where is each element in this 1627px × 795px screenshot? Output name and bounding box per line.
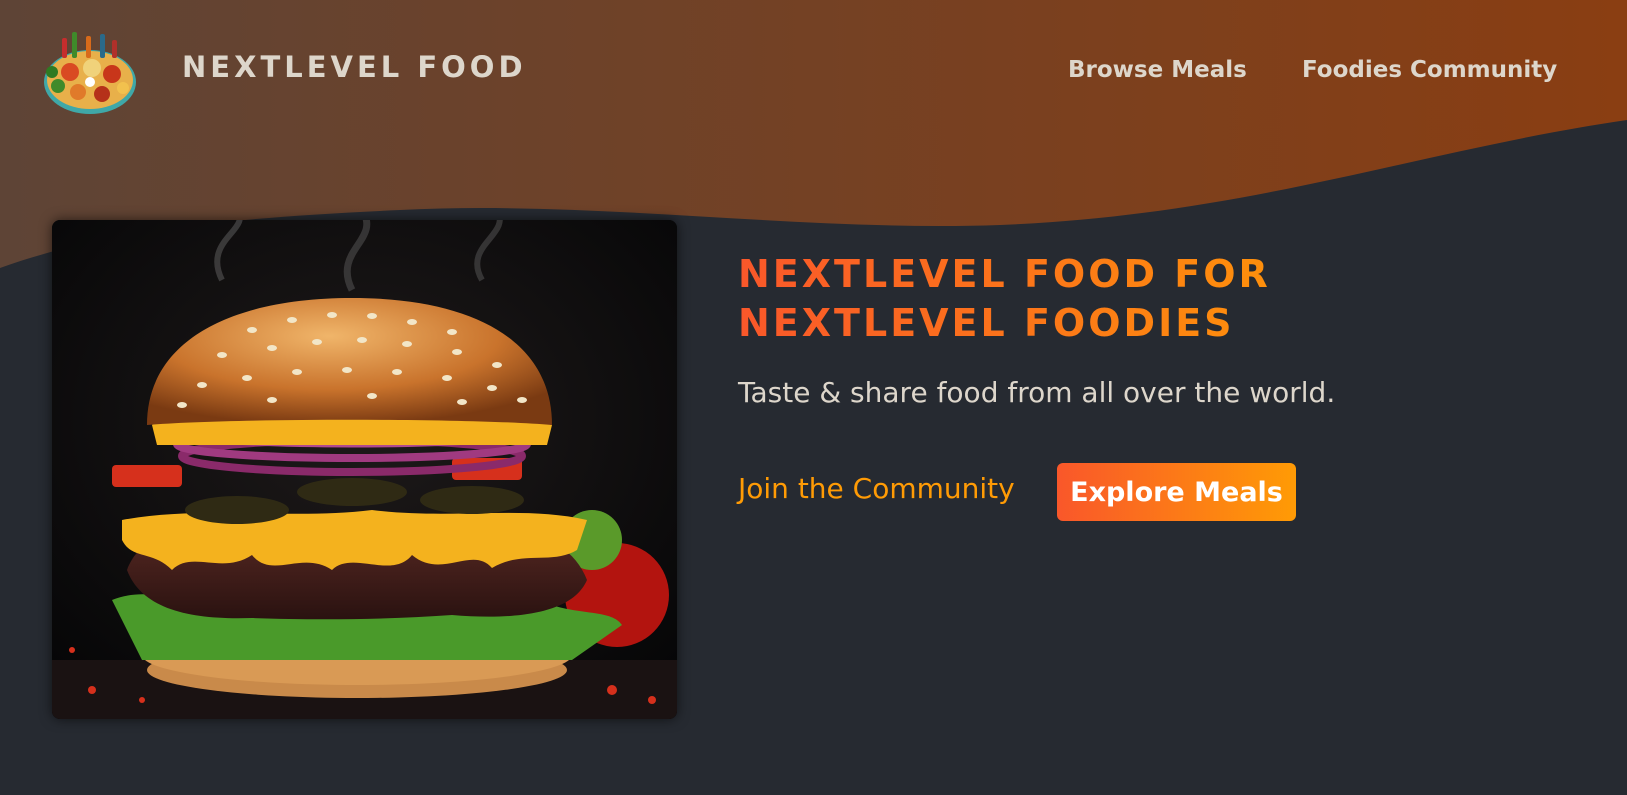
hero-subtitle: Taste & share food from all over the wor…: [738, 376, 1336, 409]
hero-title-line-1: NEXTLEVEL FOOD FOR: [738, 252, 1271, 296]
logo-link[interactable]: [40, 22, 140, 118]
hero-title-line-2: NEXTLEVEL FOODIES: [738, 301, 1235, 345]
food-platter-logo-icon: [44, 32, 136, 114]
main-header: NEXTLEVEL FOOD Browse Meals Foodies Comm…: [0, 0, 1627, 145]
join-community-link[interactable]: Join the Community: [738, 472, 1015, 505]
explore-meals-button[interactable]: Explore Meals: [1057, 463, 1296, 521]
brand-link[interactable]: NEXTLEVEL FOOD: [182, 50, 527, 84]
nav-foodies-community-link[interactable]: Foodies Community: [1302, 57, 1557, 83]
page: NEXTLEVEL FOOD Browse Meals Foodies Comm…: [0, 0, 1627, 795]
nav-browse-meals-link[interactable]: Browse Meals: [1068, 57, 1247, 83]
burger-image: [52, 220, 677, 719]
hero-title: NEXTLEVEL FOOD FOR NEXTLEVEL FOODIES: [738, 250, 1378, 348]
